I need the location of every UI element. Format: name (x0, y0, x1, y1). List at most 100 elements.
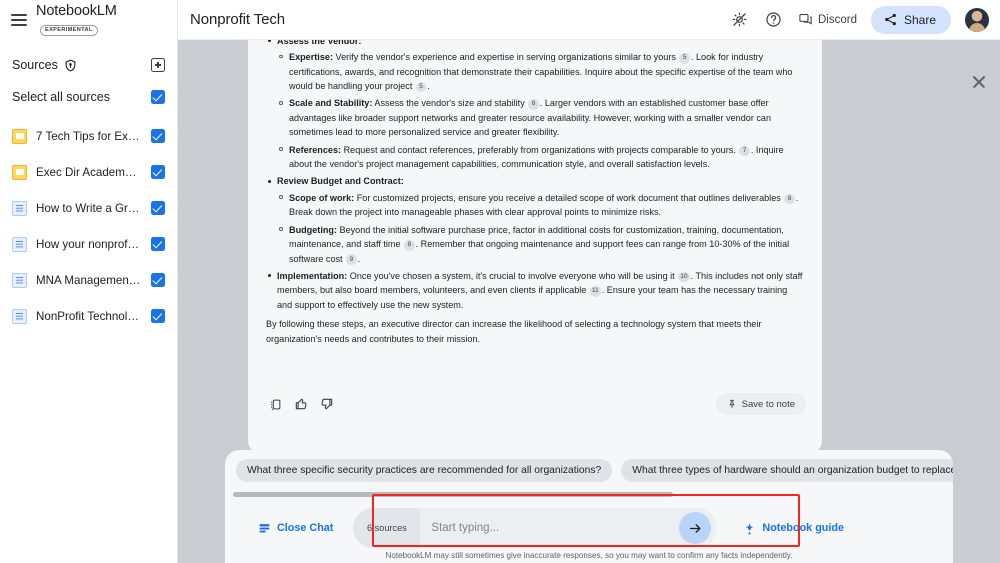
source-name: How to Write a Grant.... (36, 201, 141, 215)
share-button[interactable]: Share (870, 5, 951, 34)
source-list-item[interactable]: How your nonprofit ca... (0, 226, 177, 262)
doc-icon (12, 272, 27, 288)
source-name: How your nonprofit ca... (36, 237, 141, 251)
composer-row: Close Chat 6 sources Start typing... Not… (225, 505, 953, 551)
slides-icon (12, 128, 27, 144)
answer-sublist-item: Expertise: Verify the vendor's experienc… (277, 50, 804, 93)
select-all-checkbox[interactable] (151, 90, 165, 104)
copy-icon[interactable] (264, 393, 286, 415)
sidebar: NotebookLM EXPERIMENTAL Sources Select al… (0, 0, 178, 563)
notebook-guide-label: Notebook guide (762, 522, 844, 534)
answer-term: References: (289, 144, 342, 155)
source-list-item[interactable]: How to Write a Grant.... (0, 190, 177, 226)
source-checkbox[interactable] (151, 201, 165, 215)
answer-term: Budgeting: (289, 224, 337, 235)
suggestions-scrollbar[interactable] (233, 492, 945, 497)
source-list-item[interactable]: MNA Management Ma... (0, 262, 177, 298)
chat-bottom-panel: What three specific security practices a… (225, 450, 953, 563)
answer-text: Data accessibility: Opt for systems with… (248, 40, 822, 371)
hamburger-menu-icon[interactable] (11, 14, 27, 26)
answer-term: Implementation: (277, 270, 348, 281)
answer-term: Scope of work: (289, 192, 355, 203)
pin-icon (729, 399, 735, 409)
citation-chip[interactable]: 10 (678, 271, 690, 283)
main-content-backdrop: Data accessibility: Opt for systems with… (178, 40, 1000, 563)
citation-chip[interactable]: 5 (679, 53, 690, 64)
sources-count-label: 6 sources (366, 523, 407, 533)
notebooklm-app: NotebookLM EXPERIMENTAL Sources Select al… (0, 0, 1000, 563)
suggested-question-chip[interactable]: What three specific security practices a… (236, 459, 613, 482)
share-icon (885, 13, 896, 26)
sources-count-button[interactable]: 6 sources (353, 508, 421, 548)
answer-list: Data accessibility: Opt for systems with… (266, 40, 804, 312)
source-checkbox[interactable] (151, 129, 165, 143)
doc-icon (12, 236, 27, 252)
citation-chip[interactable]: 5 (415, 81, 427, 93)
answer-sublist-item: Scale and Stability: Assess the vendor's… (277, 96, 804, 139)
answer-term: Scale and Stability: (289, 98, 373, 109)
sparkle-icon (746, 522, 754, 535)
source-checkbox[interactable] (151, 273, 165, 287)
chat-input[interactable] (420, 522, 680, 534)
brand-wordmark: NotebookLM EXPERIMENTAL (36, 2, 166, 38)
source-checkbox[interactable] (151, 237, 165, 251)
source-name: NonProfit Technology ... (36, 309, 141, 323)
source-name: Exec Dir Academy 20... (36, 165, 141, 179)
send-button[interactable] (679, 512, 712, 544)
select-all-sources-row[interactable]: Select all sources (0, 80, 177, 114)
source-list-item[interactable]: NonProfit Technology ... (0, 298, 177, 334)
notebook-title: Nonprofit Tech (190, 11, 286, 28)
help-icon[interactable] (764, 10, 784, 30)
answer-term: Assess the Vendor: (277, 40, 362, 46)
thumbs-down-icon[interactable] (316, 393, 338, 415)
citation-chip[interactable]: 9 (346, 254, 357, 265)
answer-sublist: Expertise: Verify the vendor's experienc… (277, 50, 804, 171)
doc-icon (12, 308, 27, 324)
citation-chip[interactable]: 7 (739, 145, 750, 157)
source-checkbox[interactable] (151, 309, 165, 323)
citation-chip[interactable]: 8 (404, 240, 415, 251)
citation-chip[interactable]: 6 (528, 99, 539, 110)
discord-button[interactable]: Discord (798, 12, 857, 27)
source-name: MNA Management Ma... (36, 273, 141, 287)
source-name: 7 Tech Tips for Execut... (36, 129, 141, 143)
close-chat-icon (259, 523, 270, 533)
source-list: 7 Tech Tips for Execut... Exec Dir Academ… (0, 118, 177, 334)
close-panel-button[interactable] (968, 71, 990, 93)
answer-list-item: Implementation: Once you've chosen a sys… (266, 269, 804, 312)
user-avatar[interactable] (965, 7, 989, 32)
top-bar-actions: Discord Share (730, 5, 1000, 34)
save-to-note-button[interactable]: Save to note (715, 393, 806, 415)
source-list-item[interactable]: 7 Tech Tips for Execut... (0, 118, 177, 154)
add-source-button[interactable] (151, 58, 165, 72)
close-chat-button[interactable]: Close Chat (258, 522, 333, 535)
answer-term: Review Budget and Contract: (277, 176, 404, 187)
sources-section-header: Sources (0, 50, 177, 80)
brand-label: NotebookLM (36, 3, 117, 19)
citation-chip[interactable]: 11 (589, 286, 601, 297)
suggested-question-chip[interactable]: What three types of hardware should an o… (621, 459, 953, 482)
source-checkbox[interactable] (151, 165, 165, 179)
discord-label: Discord (817, 13, 857, 26)
disclaimer-text: NotebookLM may still sometimes give inac… (385, 551, 793, 560)
source-list-item[interactable]: Exec Dir Academy 20... (0, 154, 177, 190)
top-bar: Nonprofit Tech Discord Share (178, 0, 1000, 40)
answer-sublist: Scope of work: For customized projects, … (277, 191, 804, 266)
sources-label: Sources (12, 58, 58, 72)
answer-card: Data accessibility: Opt for systems with… (248, 40, 822, 453)
close-chat-label: Close Chat (277, 522, 334, 534)
thumbs-up-icon[interactable] (290, 393, 312, 415)
doc-icon (12, 200, 27, 216)
answer-sublist-item: Scope of work: For customized projects, … (277, 191, 804, 220)
sidebar-header: NotebookLM EXPERIMENTAL (0, 0, 177, 40)
scrollbar-thumb[interactable] (233, 492, 673, 497)
theme-toggle-icon[interactable] (730, 10, 750, 30)
notebook-guide-button[interactable]: Notebook guide (743, 522, 844, 535)
answer-action-bar: Save to note (248, 385, 822, 423)
suggested-questions-row: What three specific security practices a… (225, 450, 953, 482)
save-to-note-label: Save to note (741, 398, 795, 410)
answer-sublist-item: References: Request and contact referenc… (277, 143, 804, 172)
shield-icon (65, 58, 76, 72)
select-all-sources-label: Select all sources (12, 90, 110, 104)
citation-chip[interactable]: 8 (784, 193, 795, 205)
